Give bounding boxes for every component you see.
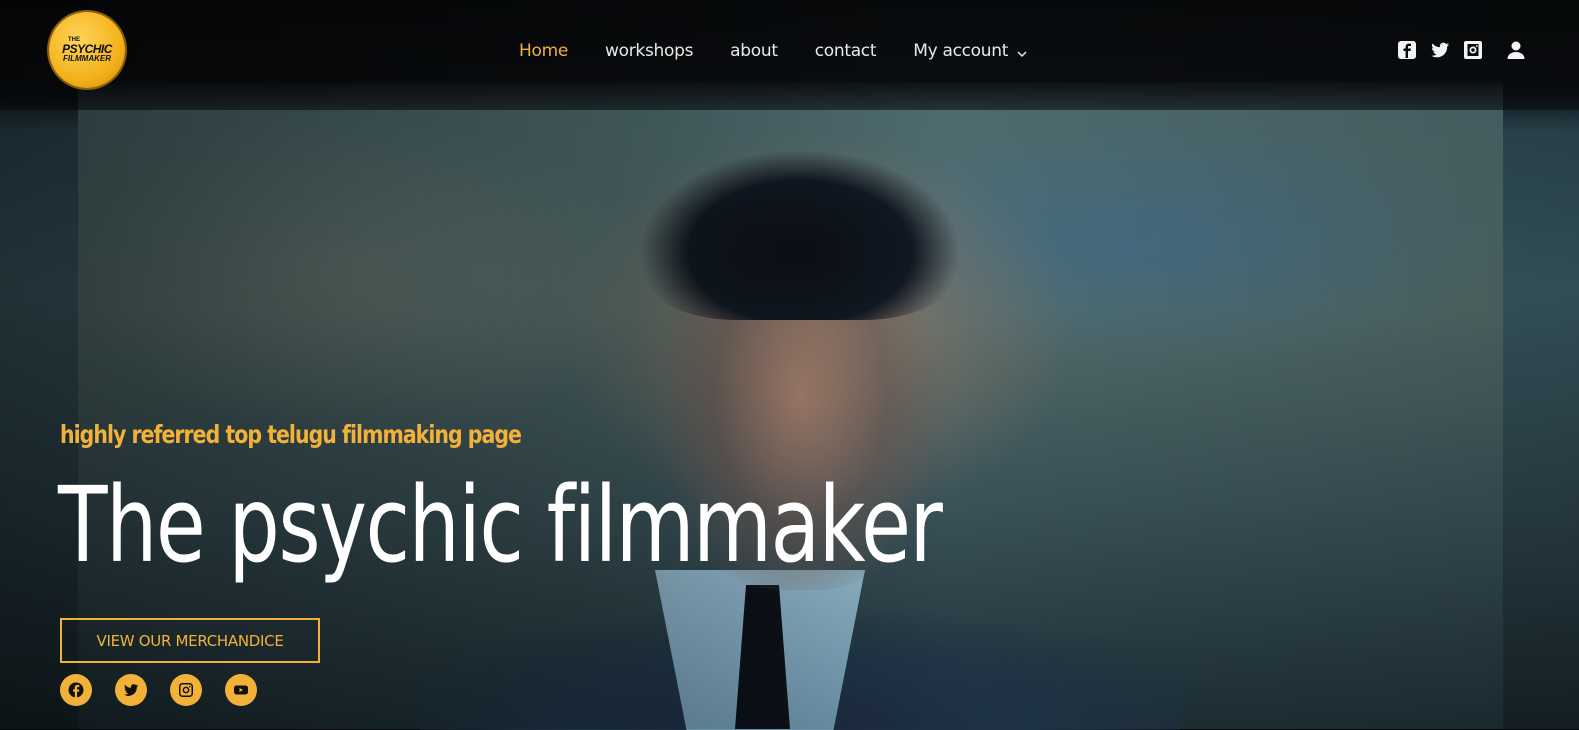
hero-title: The psychic filmmaker [58, 464, 943, 586]
nav-item-workshops[interactable]: workshops [605, 41, 693, 61]
social-links [60, 674, 280, 706]
nav-item-home[interactable]: Home [519, 41, 568, 61]
nav-item-about[interactable]: about [730, 41, 778, 61]
youtube-icon[interactable] [225, 674, 257, 706]
nav-item-my-account-label: My account [913, 41, 1009, 61]
header-icons [1396, 38, 1538, 62]
facebook-icon[interactable] [60, 674, 92, 706]
nav-item-contact[interactable]: contact [815, 41, 877, 61]
twitter-icon[interactable] [1429, 39, 1451, 61]
view-merchandise-button[interactable]: VIEW OUR MERCHANDICE [60, 618, 320, 663]
user-icon[interactable] [1505, 39, 1527, 61]
main-nav: Home workshops about contact My account [519, 39, 1065, 63]
facebook-square-icon[interactable] [1396, 39, 1418, 61]
instagram-icon[interactable] [1462, 39, 1484, 61]
site-logo[interactable]: THE PSYCHIC FILMMAKER [49, 12, 125, 88]
logo-line-3: FILMMAKER [63, 54, 111, 63]
nav-item-my-account[interactable]: My account [913, 41, 1028, 61]
instagram-icon[interactable] [170, 674, 202, 706]
twitter-icon[interactable] [115, 674, 147, 706]
chevron-down-icon [1016, 45, 1028, 58]
hero-tagline: highly referred top telugu filmmaking pa… [60, 420, 522, 449]
